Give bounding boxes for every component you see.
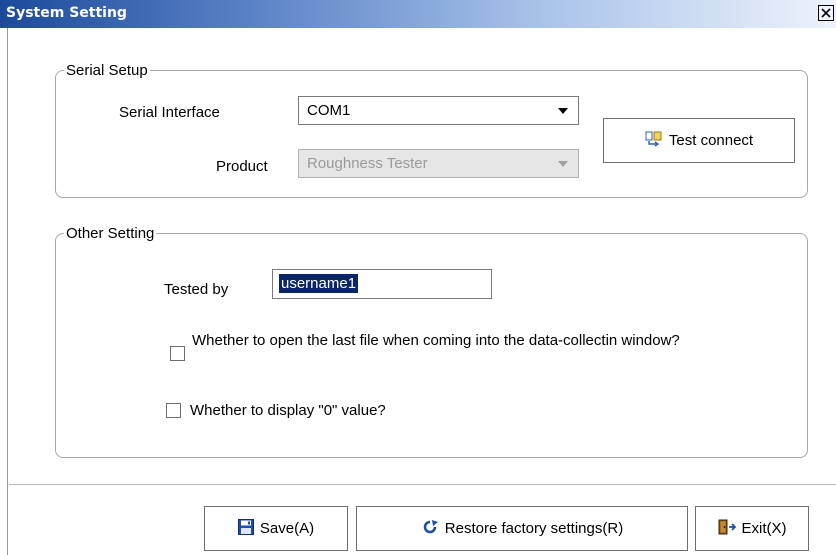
product-label: Product — [216, 158, 268, 175]
save-label: Save(A) — [259, 520, 315, 537]
tested-by-input[interactable]: username1 — [272, 269, 492, 299]
door-exit-icon — [718, 519, 736, 539]
test-connect-button[interactable]: Test connect — [603, 118, 795, 163]
title-bar[interactable]: System Setting — [0, 0, 836, 28]
floppy-disk-icon — [237, 518, 254, 539]
serial-setup-legend: Serial Setup — [66, 62, 148, 79]
product-value: Roughness Tester — [307, 155, 428, 172]
display-zero-checkbox[interactable] — [166, 403, 181, 418]
chevron-down-icon — [558, 108, 568, 114]
serial-interface-label: Serial Interface — [119, 104, 220, 121]
exit-label: Exit(X) — [741, 520, 787, 537]
exit-button[interactable]: Exit(X) — [695, 506, 809, 551]
system-setting-dialog: System Setting Serial Setup Serial Inter… — [0, 0, 836, 555]
save-button[interactable]: Save(A) — [204, 506, 348, 551]
display-zero-label[interactable]: Whether to display "0" value? — [190, 401, 386, 420]
connect-icon — [645, 131, 663, 151]
serial-interface-value: COM1 — [307, 102, 351, 119]
test-connect-label: Test connect — [668, 132, 754, 149]
open-last-file-checkbox[interactable] — [170, 346, 185, 361]
close-icon — [821, 8, 831, 18]
serial-interface-select[interactable]: COM1 — [298, 96, 579, 125]
window-left-border — [0, 28, 8, 555]
restore-label: Restore factory settings(R) — [444, 520, 624, 537]
restore-factory-settings-button[interactable]: Restore factory settings(R) — [356, 506, 688, 551]
open-last-file-label[interactable]: Whether to open the last file when comin… — [192, 331, 732, 350]
chevron-down-icon — [558, 161, 568, 167]
footer-separator — [9, 484, 836, 485]
other-setting-legend: Other Setting — [66, 225, 155, 242]
close-button[interactable] — [818, 5, 834, 21]
tested-by-label: Tested by — [164, 281, 229, 298]
product-select: Roughness Tester — [298, 149, 579, 178]
tested-by-value: username1 — [279, 274, 359, 293]
window-title: System Setting — [6, 5, 127, 21]
refresh-icon — [421, 519, 439, 538]
